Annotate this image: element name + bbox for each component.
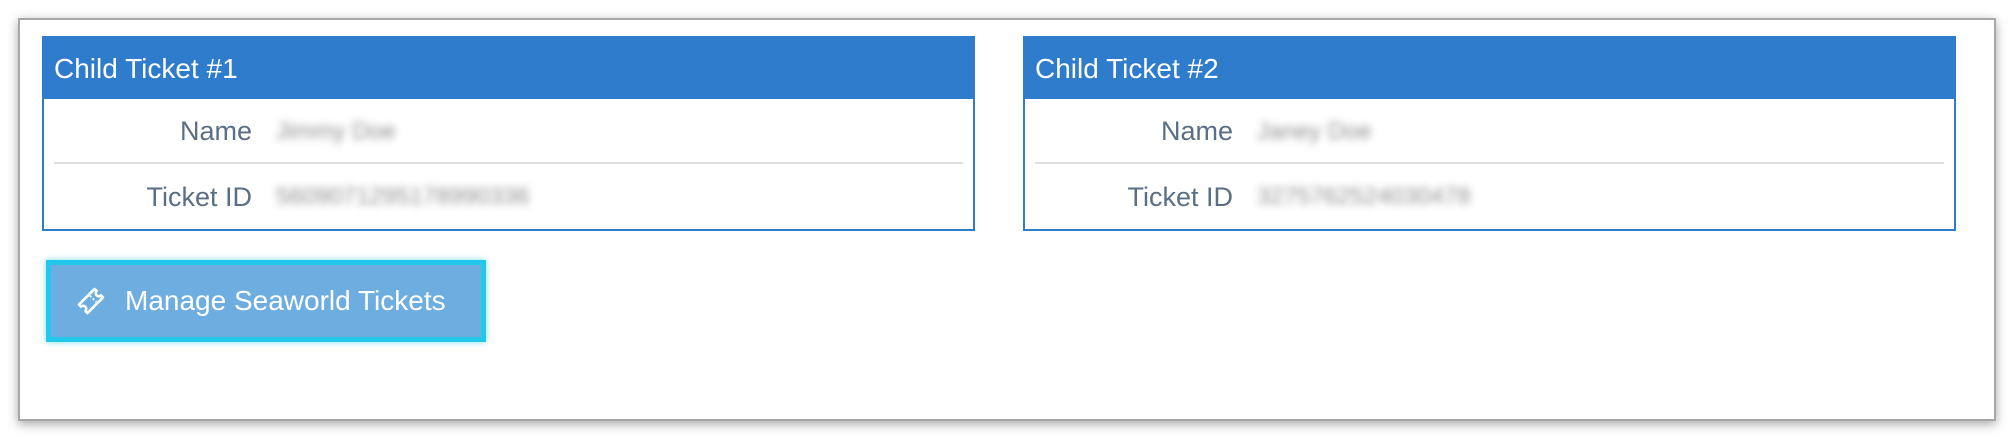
ticket-icon — [77, 287, 105, 315]
card-title: Child Ticket #2 — [1025, 38, 1954, 99]
ticket-id-label: Ticket ID — [146, 181, 252, 212]
ticket-panel: Child Ticket #1 Name Jimmy Doe Ticket ID… — [18, 18, 1996, 421]
name-value: Jimmy Doe — [276, 117, 397, 145]
card-title: Child Ticket #1 — [44, 38, 973, 99]
name-row: Name Jimmy Doe — [44, 99, 973, 164]
child-ticket-card-1: Child Ticket #1 Name Jimmy Doe Ticket ID… — [42, 36, 975, 231]
ticket-id-value: 5609071295178990336 — [276, 183, 530, 210]
child-ticket-card-2: Child Ticket #2 Name Janey Doe Ticket ID… — [1023, 36, 1956, 231]
ticket-id-row: Ticket ID 3275762524030478 — [1025, 164, 1954, 230]
ticket-id-label: Ticket ID — [1127, 181, 1233, 212]
ticket-id-value: 3275762524030478 — [1257, 183, 1471, 210]
name-label: Name — [1160, 116, 1233, 146]
name-row: Name Janey Doe — [1025, 99, 1954, 164]
name-label: Name — [179, 116, 252, 146]
manage-button-label: Manage Seaworld Tickets — [125, 285, 446, 316]
name-value: Janey Doe — [1257, 117, 1372, 145]
ticket-id-row: Ticket ID 5609071295178990336 — [44, 164, 973, 230]
manage-seaworld-tickets-button[interactable]: Manage Seaworld Tickets — [46, 260, 486, 342]
